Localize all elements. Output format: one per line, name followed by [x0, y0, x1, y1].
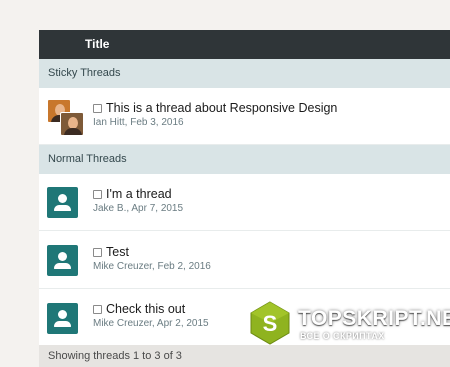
watermark-letter: S — [263, 311, 278, 336]
thread-select-checkbox[interactable] — [93, 190, 102, 199]
thread-title-link[interactable]: This is a thread about Responsive Design — [106, 101, 337, 116]
watermark-logo: S TOPSKRIPT.NET ВСЕ О СКРИПТАХ — [248, 299, 450, 349]
thread-meta[interactable]: Mike Creuzer, Feb 2, 2016 — [93, 261, 211, 273]
thread-select-checkbox[interactable] — [93, 305, 102, 314]
thread-title-link[interactable]: I'm a thread — [106, 187, 172, 202]
thread-meta[interactable]: Jake B., Apr 7, 2015 — [93, 203, 183, 215]
column-title-header[interactable]: Title — [85, 37, 109, 51]
thread-title-link[interactable]: Check this out — [106, 302, 185, 317]
user-avatar-photos[interactable] — [47, 99, 84, 136]
thread-row[interactable]: This is a thread about Responsive Design… — [39, 88, 450, 145]
user-placeholder-icon[interactable] — [47, 303, 78, 334]
thread-select-checkbox[interactable] — [93, 104, 102, 113]
thread-title-link[interactable]: Test — [106, 245, 129, 260]
thread-row[interactable]: Test Mike Creuzer, Feb 2, 2016 — [39, 231, 450, 289]
section-header-normal: Normal Threads — [39, 145, 450, 174]
thread-meta[interactable]: Mike Creuzer, Apr 2, 2015 — [93, 318, 209, 330]
watermark-subtitle: ВСЕ О СКРИПТАХ — [300, 331, 385, 341]
section-header-sticky: Sticky Threads — [39, 59, 450, 88]
thread-row[interactable]: I'm a thread Jake B., Apr 7, 2015 — [39, 174, 450, 231]
user-placeholder-icon[interactable] — [47, 245, 78, 276]
watermark-hex-icon: S — [250, 301, 290, 345]
thread-meta[interactable]: Ian Hitt, Feb 3, 2016 — [93, 117, 337, 129]
table-header: Title — [39, 30, 450, 59]
avatar-photo — [60, 112, 84, 136]
watermark-title: TOPSKRIPT.NET — [298, 307, 450, 330]
user-placeholder-icon[interactable] — [47, 187, 78, 218]
thread-select-checkbox[interactable] — [93, 248, 102, 257]
